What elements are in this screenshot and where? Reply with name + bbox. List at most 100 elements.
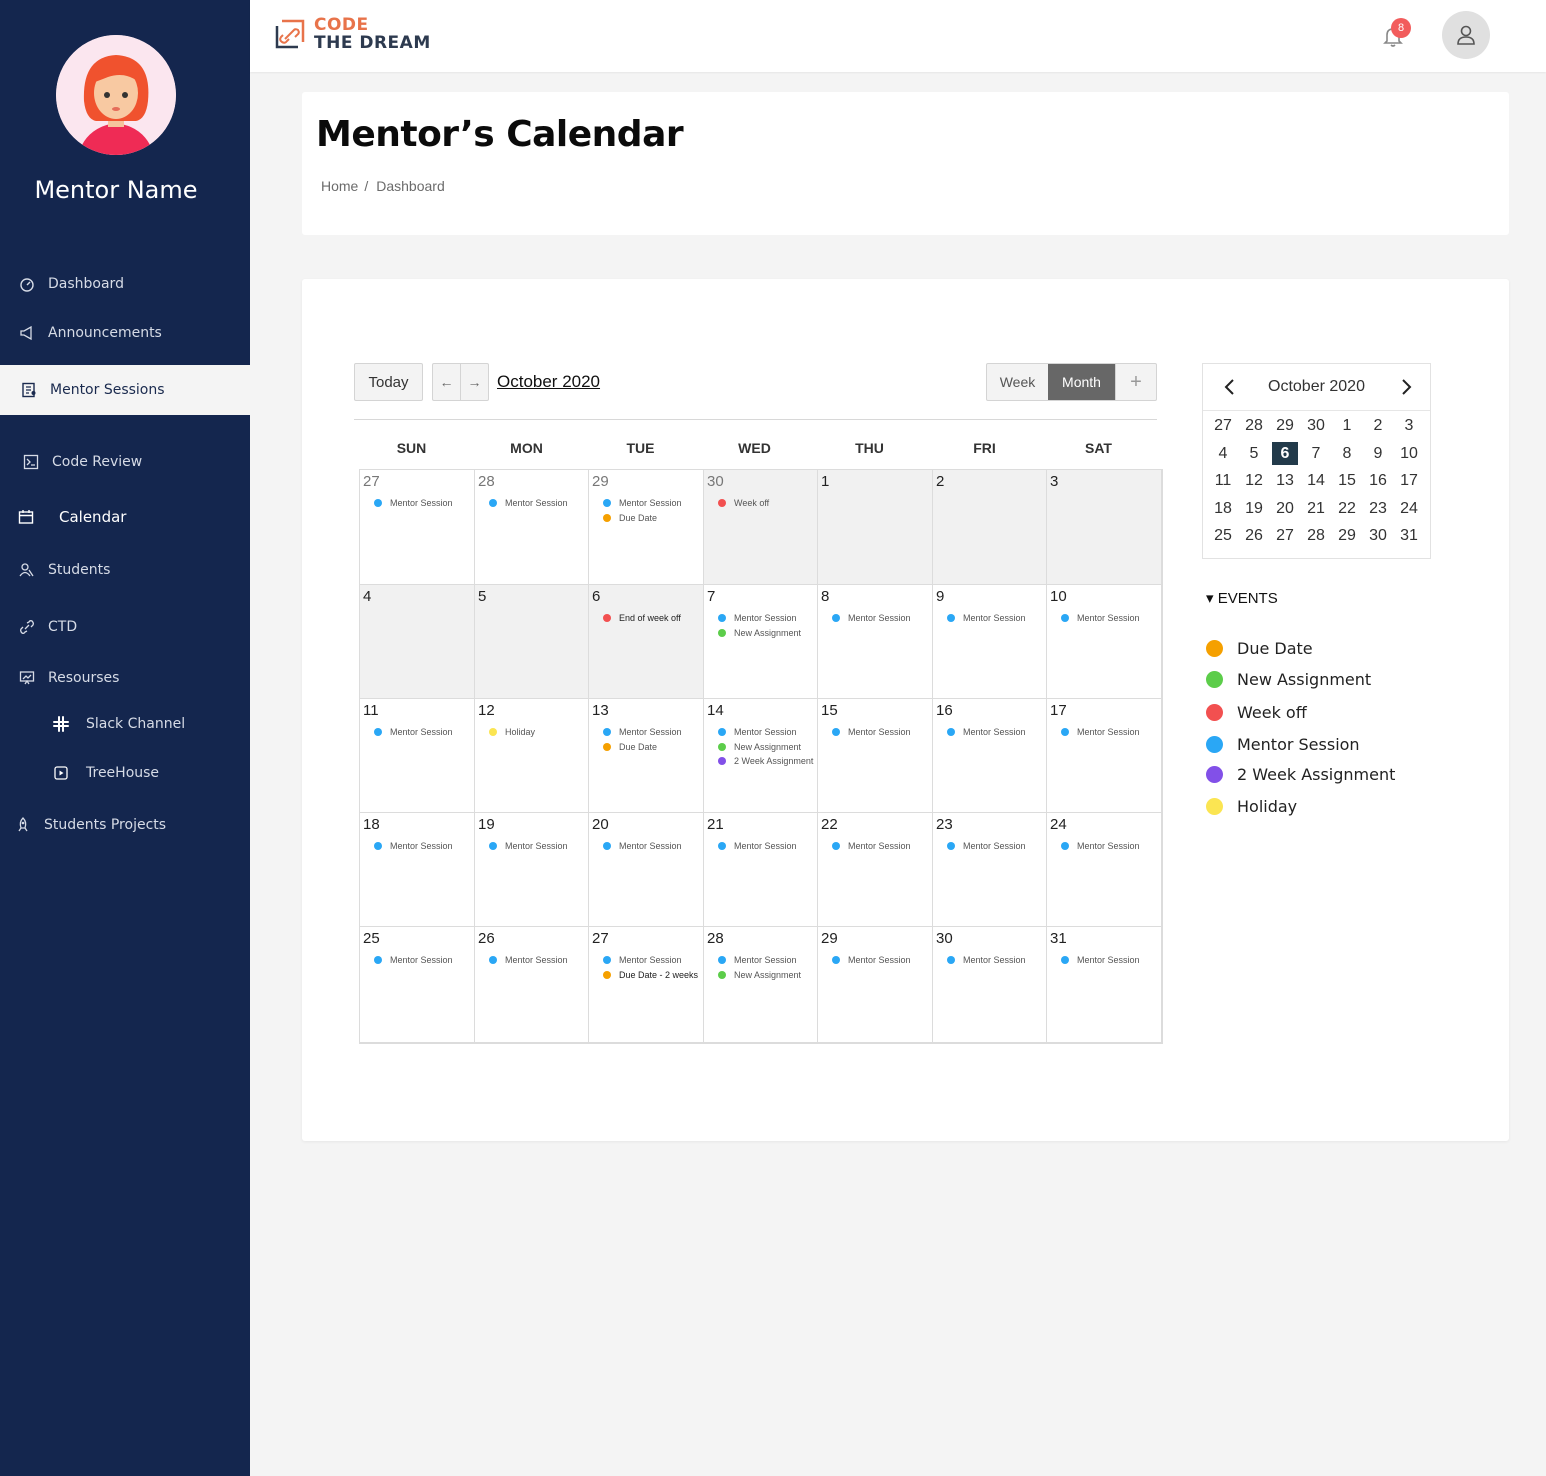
legend-item[interactable]: Holiday [1206, 797, 1297, 816]
legend-item[interactable]: Due Date [1206, 639, 1313, 658]
day-cell[interactable]: 5 [475, 585, 589, 699]
add-event-icon[interactable]: + [1115, 364, 1156, 400]
day-cell[interactable]: 28 Mentor Session New Assignment [704, 927, 818, 1043]
sidebar-item-code-review[interactable]: Code Review [0, 437, 250, 487]
mini-calendar-day[interactable]: 6 [1272, 442, 1298, 465]
day-cell[interactable]: 9 Mentor Session [933, 585, 1047, 699]
day-cell[interactable]: 6 End of week off [589, 585, 704, 699]
mini-calendar-day[interactable]: 23 [1365, 497, 1391, 520]
calendar-event[interactable]: Due Date [603, 511, 682, 526]
legend-item[interactable]: Week off [1206, 703, 1307, 722]
sidebar-item-students[interactable]: Students [0, 545, 250, 595]
day-cell[interactable]: 3 [1047, 470, 1162, 585]
mini-calendar-day[interactable]: 31 [1396, 524, 1422, 547]
breadcrumb-dashboard[interactable]: Dashboard [376, 178, 445, 194]
calendar-event[interactable]: Mentor Session [374, 496, 453, 511]
calendar-event[interactable]: Mentor Session [1061, 725, 1140, 740]
day-cell[interactable]: 12 Holiday [475, 699, 589, 813]
calendar-event[interactable]: Mentor Session [832, 611, 911, 626]
day-cell[interactable]: 23 Mentor Session [933, 813, 1047, 927]
month-view-button[interactable]: Month [1048, 364, 1115, 400]
day-cell[interactable]: 4 [360, 585, 475, 699]
mini-calendar-day[interactable]: 11 [1210, 469, 1236, 492]
sidebar-item-treehouse[interactable]: TreeHouse [0, 748, 250, 798]
mini-calendar-day[interactable]: 28 [1303, 524, 1329, 547]
sidebar-item-ctd[interactable]: CTD [0, 602, 250, 652]
calendar-event[interactable]: Mentor Session [947, 953, 1026, 968]
mini-calendar-day[interactable]: 28 [1241, 414, 1267, 437]
mini-calendar-day[interactable]: 4 [1210, 442, 1236, 465]
calendar-event[interactable]: Mentor Session [832, 953, 911, 968]
calendar-event[interactable]: Mentor Session [947, 725, 1026, 740]
mini-calendar-day[interactable]: 5 [1241, 442, 1267, 465]
prev-arrow-icon[interactable]: ← [433, 364, 460, 400]
calendar-event[interactable]: Mentor Session [374, 953, 453, 968]
sidebar-item-announcements[interactable]: Announcements [0, 308, 250, 358]
week-view-button[interactable]: Week [987, 364, 1048, 400]
day-cell[interactable]: 17 Mentor Session [1047, 699, 1162, 813]
day-cell[interactable]: 16 Mentor Session [933, 699, 1047, 813]
logo[interactable]: CODE THE DREAM [274, 16, 431, 52]
calendar-event[interactable]: Mentor Session [374, 725, 453, 740]
day-cell[interactable]: 21 Mentor Session [704, 813, 818, 927]
calendar-event[interactable]: Mentor Session [832, 725, 911, 740]
calendar-event[interactable]: Mentor Session [947, 839, 1026, 854]
next-arrow-icon[interactable]: → [460, 364, 488, 400]
mini-calendar-day[interactable]: 30 [1365, 524, 1391, 547]
mini-calendar-day[interactable]: 9 [1365, 442, 1391, 465]
breadcrumb-home[interactable]: Home [321, 178, 358, 194]
mini-calendar-day[interactable]: 27 [1210, 414, 1236, 437]
avatar[interactable] [56, 35, 176, 155]
day-cell[interactable]: 7 Mentor Session New Assignment [704, 585, 818, 699]
mini-calendar-day[interactable]: 12 [1241, 469, 1267, 492]
mini-calendar-day[interactable]: 29 [1272, 414, 1298, 437]
day-cell[interactable]: 13 Mentor Session Due Date [589, 699, 704, 813]
mini-calendar-day[interactable]: 7 [1303, 442, 1329, 465]
calendar-event[interactable]: Mentor Session [489, 953, 568, 968]
calendar-event[interactable]: Mentor Session [374, 839, 453, 854]
calendar-event[interactable]: Mentor Session [603, 725, 682, 740]
day-cell[interactable]: 27 Mentor Session [360, 470, 475, 585]
calendar-event[interactable]: End of week off [603, 611, 681, 626]
mini-calendar-day[interactable]: 8 [1334, 442, 1360, 465]
sidebar-item-calendar[interactable]: Calendar [0, 492, 250, 542]
day-cell[interactable]: 19 Mentor Session [475, 813, 589, 927]
mini-calendar-day[interactable]: 14 [1303, 469, 1329, 492]
calendar-event[interactable]: Mentor Session [603, 839, 682, 854]
day-cell[interactable]: 29 Mentor Session [818, 927, 933, 1043]
calendar-event[interactable]: New Assignment [718, 740, 813, 755]
events-section-title[interactable]: ▾ EVENTS [1206, 589, 1278, 607]
legend-item[interactable]: New Assignment [1206, 670, 1371, 689]
mini-calendar-day[interactable]: 25 [1210, 524, 1236, 547]
calendar-event[interactable]: Mentor Session [718, 839, 797, 854]
calendar-event[interactable]: 2 Week Assignment [718, 754, 813, 769]
mini-calendar-day[interactable]: 3 [1396, 414, 1422, 437]
mini-calendar-day[interactable]: 24 [1396, 497, 1422, 520]
calendar-event[interactable]: Mentor Session [1061, 839, 1140, 854]
legend-item[interactable]: Mentor Session [1206, 735, 1360, 754]
day-cell[interactable]: 25 Mentor Session [360, 927, 475, 1043]
sidebar-item-mentor-sessions[interactable]: Mentor Sessions [0, 365, 250, 415]
calendar-event[interactable]: Week off [718, 496, 769, 511]
calendar-event[interactable]: Mentor Session [1061, 611, 1140, 626]
calendar-event[interactable]: Mentor Session [947, 611, 1026, 626]
day-cell[interactable]: 31 Mentor Session [1047, 927, 1162, 1043]
mini-calendar-day[interactable]: 27 [1272, 524, 1298, 547]
mini-calendar-day[interactable]: 13 [1272, 469, 1298, 492]
day-cell[interactable]: 24 Mentor Session [1047, 813, 1162, 927]
mini-calendar-day[interactable]: 1 [1334, 414, 1360, 437]
day-cell[interactable]: 15 Mentor Session [818, 699, 933, 813]
sidebar-item-slack-channel[interactable]: Slack Channel [0, 699, 250, 749]
calendar-event[interactable]: New Assignment [718, 626, 801, 641]
day-cell[interactable]: 10 Mentor Session [1047, 585, 1162, 699]
user-menu-button[interactable] [1442, 11, 1490, 59]
calendar-event[interactable]: Mentor Session [603, 496, 682, 511]
today-button[interactable]: Today [354, 363, 423, 401]
day-cell[interactable]: 1 [818, 470, 933, 585]
day-cell[interactable]: 29 Mentor Session Due Date [589, 470, 704, 585]
calendar-event[interactable]: Mentor Session [718, 725, 813, 740]
day-cell[interactable]: 2 [933, 470, 1047, 585]
sidebar-item-resources[interactable]: Resourses [0, 653, 250, 703]
calendar-event[interactable]: Mentor Session [489, 839, 568, 854]
calendar-event[interactable]: Mentor Session [603, 953, 698, 968]
